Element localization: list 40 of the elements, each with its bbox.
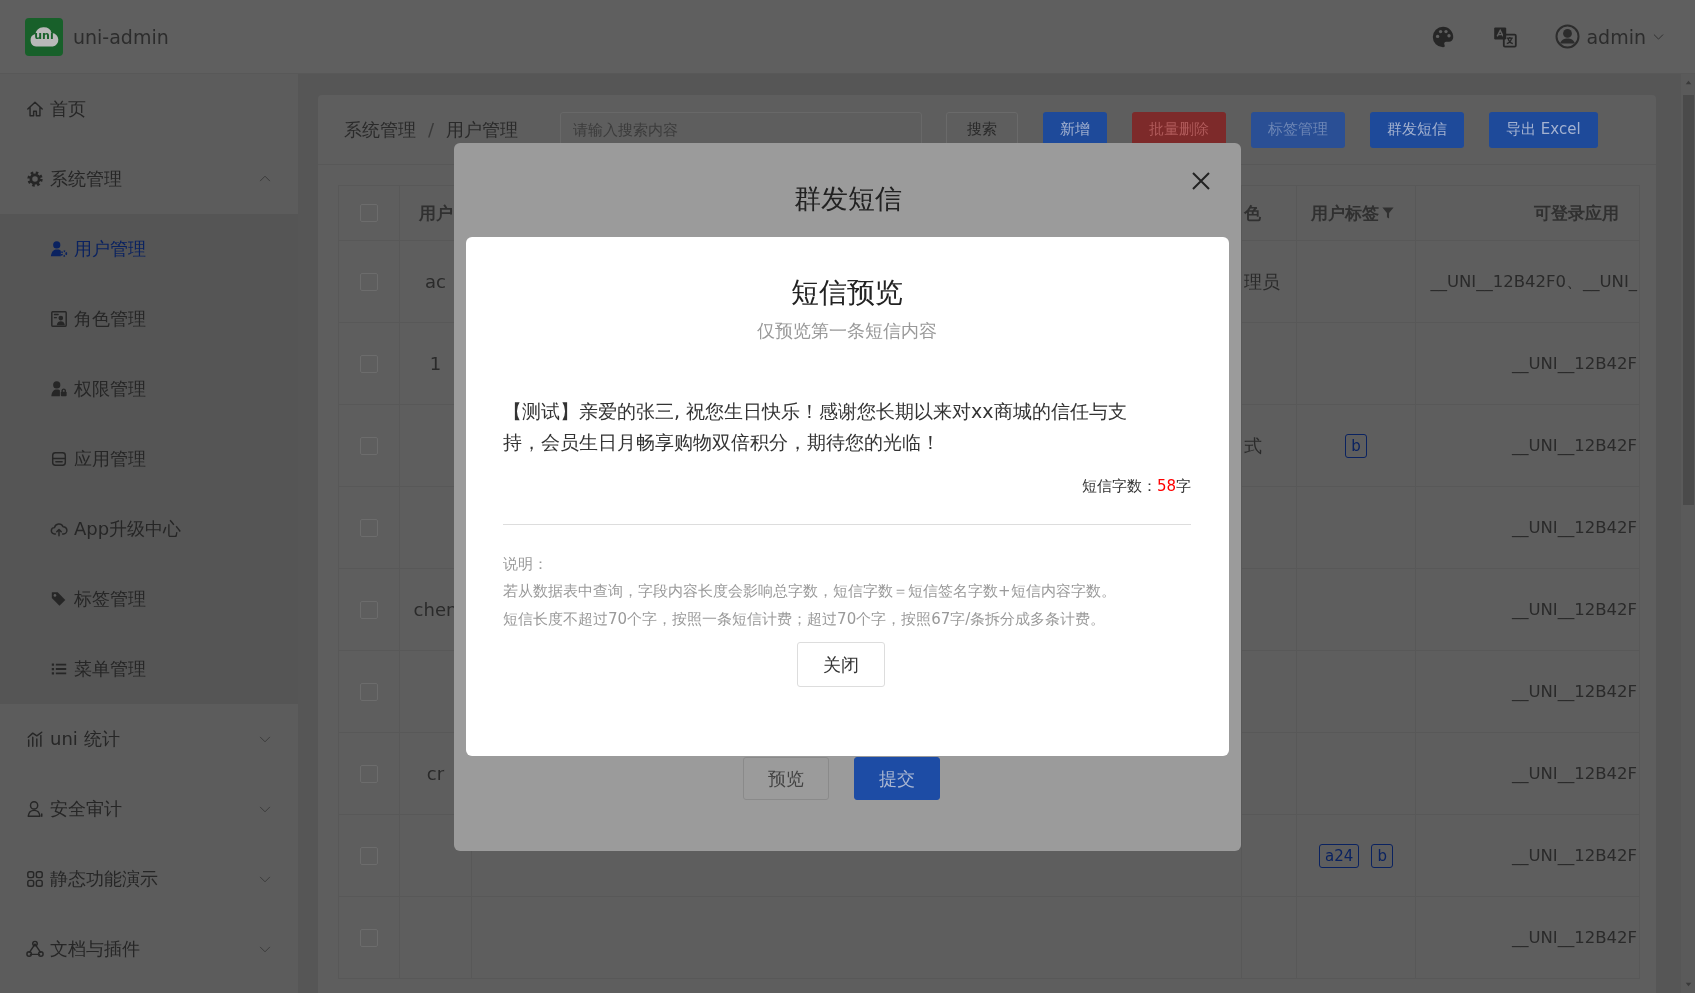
id-card-icon xyxy=(50,310,68,328)
close-icon xyxy=(1191,171,1211,191)
home-icon xyxy=(26,100,44,118)
note-text: 若从数据表中查询，字段内容长度会影响总字数，短信字数＝短信签名字数+短信内容字数。 xyxy=(503,581,1117,602)
chart-icon xyxy=(26,730,44,748)
tag-icon xyxy=(50,590,68,608)
dialog-title: 群发短信 xyxy=(793,182,902,216)
note-title: 说明： xyxy=(503,554,549,575)
cloud-upload-icon xyxy=(50,520,68,538)
user-icon xyxy=(50,240,68,258)
dialog-button[interactable]: 提交 xyxy=(854,757,940,800)
close-button[interactable]: 关闭 xyxy=(797,642,885,687)
note-text: 短信长度不超过70个字，按照一条短信计费；超过70个字，按照67字/条拆分成多条计费。 xyxy=(503,609,1107,630)
tag: b xyxy=(1345,433,1367,458)
filter-icon xyxy=(1381,206,1395,220)
user-icon xyxy=(26,800,44,818)
language-button[interactable] xyxy=(1493,24,1518,49)
toolbar-button[interactable]: 导出 Excel xyxy=(1489,111,1598,148)
palette-icon xyxy=(1431,24,1456,49)
preview-subtitle: 仅预览第一条短信内容 xyxy=(756,319,938,343)
preview-title: 短信预览 xyxy=(790,275,904,311)
theme-button[interactable] xyxy=(1431,24,1456,49)
avatar-icon xyxy=(1555,24,1581,49)
breadcrumb-separator: / xyxy=(428,119,435,140)
dialog-button[interactable]: 预览 xyxy=(743,757,829,800)
toolbar-button[interactable]: 群发短信 xyxy=(1370,111,1465,148)
translate-icon xyxy=(1493,24,1518,49)
nodes-icon xyxy=(26,940,44,958)
nav-item[interactable]: 用户管理 xyxy=(0,214,298,284)
user-lock-icon xyxy=(50,380,68,398)
grid-icon xyxy=(26,870,44,888)
settings-icon xyxy=(26,170,44,188)
close-button[interactable] xyxy=(1191,171,1211,191)
sms-message: 【测试】亲爱的张三, 祝您生日快乐！感谢您长期以来对xx商城的信任与支持，会员生日月畅享购物双倍积分，期待您的光临！ xyxy=(503,399,1128,455)
tag: b xyxy=(1371,843,1393,868)
tag: a24 xyxy=(1319,843,1360,868)
scrollbar[interactable] xyxy=(1681,74,1695,993)
char-count-text: 短信字数：58字 xyxy=(1080,476,1191,497)
logo-text: uni xyxy=(33,28,55,43)
app-icon xyxy=(50,450,68,468)
